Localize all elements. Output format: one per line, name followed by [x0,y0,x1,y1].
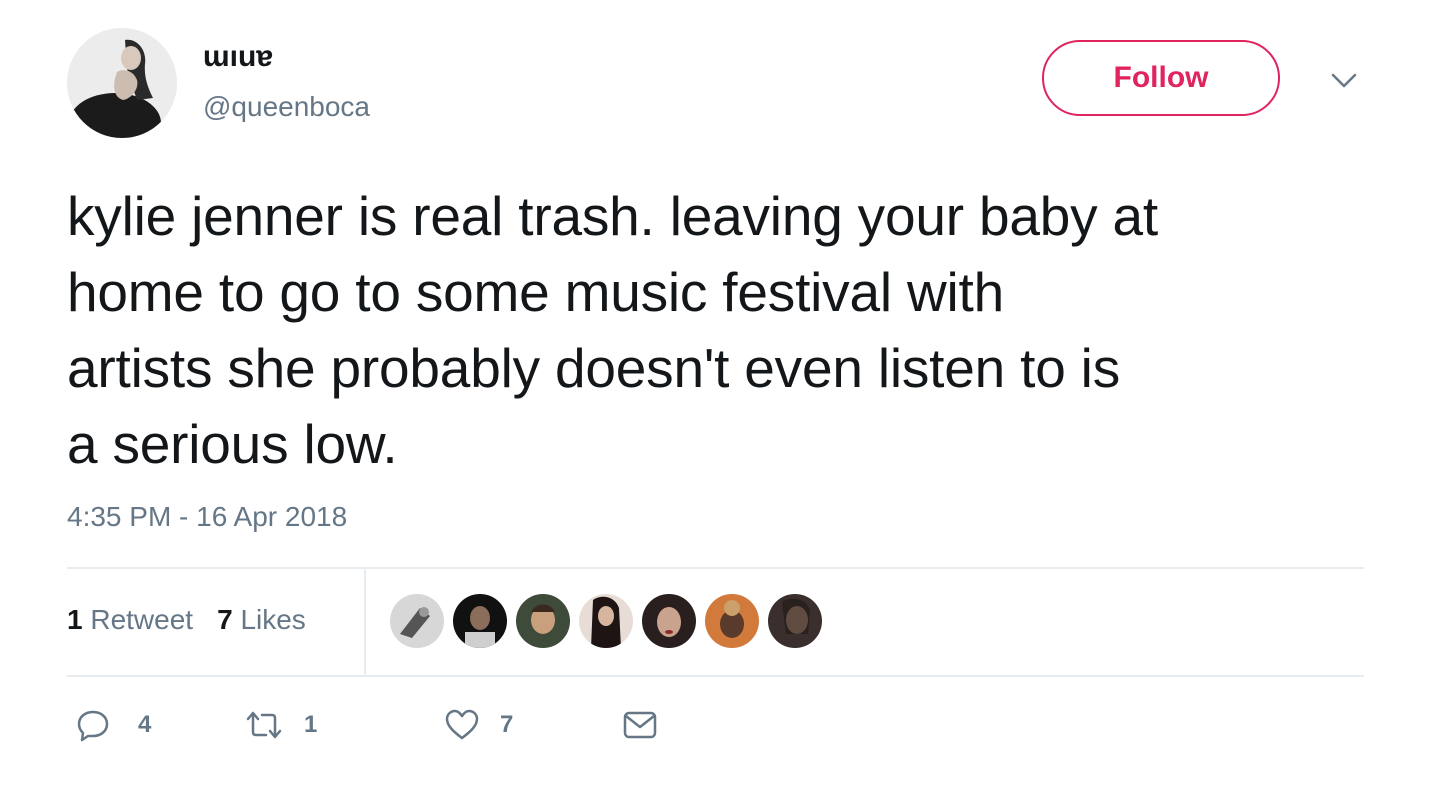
follow-button[interactable]: Follow [1042,40,1280,116]
stats-vertical-divider [364,569,366,675]
liker-photo [390,594,444,648]
liker-photo [453,594,507,648]
liker-photo [768,594,822,648]
liker-photo [642,594,696,648]
reply-count: 4 [138,711,152,738]
liker-avatar[interactable] [768,594,822,648]
retweets-stat[interactable]: 1 Retweet [67,602,193,638]
likes-stat-count: 7 [217,604,233,635]
liker-photo [579,594,633,648]
likes-stat[interactable]: 7 Likes [217,602,306,638]
stats-top-divider [67,567,1364,569]
user-handle[interactable]: @queenboca [203,91,370,123]
like-count: 7 [500,711,514,738]
tweet-actions: 4 1 7 [76,708,658,742]
retweet-icon [246,711,282,739]
tweet-stats: 1 Retweet 7 Likes [67,602,306,638]
likes-stat-label: Likes [240,604,306,635]
reply-action[interactable]: 4 [76,708,244,742]
retweets-stat-label: Retweet [90,604,194,635]
avatar-photo [67,28,177,138]
tweet-card: ɯıuɐ @queenboca Follow kylie jenner is r… [0,0,1440,808]
actions-top-divider [67,675,1364,677]
direct-message-action[interactable] [622,710,658,740]
display-name[interactable]: ɯıuɐ [203,40,273,74]
liker-avatar[interactable] [390,594,444,648]
liker-avatar[interactable] [453,594,507,648]
liker-avatars [390,594,831,648]
retweets-stat-count: 1 [67,604,83,635]
liker-avatar[interactable] [705,594,759,648]
user-avatar[interactable] [67,28,177,138]
liker-avatar[interactable] [642,594,696,648]
more-options-button[interactable] [1326,66,1362,96]
tweet-timestamp[interactable]: 4:35 PM - 16 Apr 2018 [67,500,347,534]
envelope-icon [623,711,657,739]
liker-avatar[interactable] [516,594,570,648]
retweet-action[interactable]: 1 [244,708,444,742]
tweet-text: kylie jenner is real trash. leaving your… [67,185,1158,475]
heart-icon [445,709,479,740]
chevron-down-icon [1331,73,1357,88]
liker-avatar[interactable] [579,594,633,648]
retweet-count: 1 [304,711,318,738]
like-action[interactable]: 7 [444,708,622,742]
liker-photo [516,594,570,648]
liker-photo [705,594,759,648]
reply-icon [77,710,109,742]
